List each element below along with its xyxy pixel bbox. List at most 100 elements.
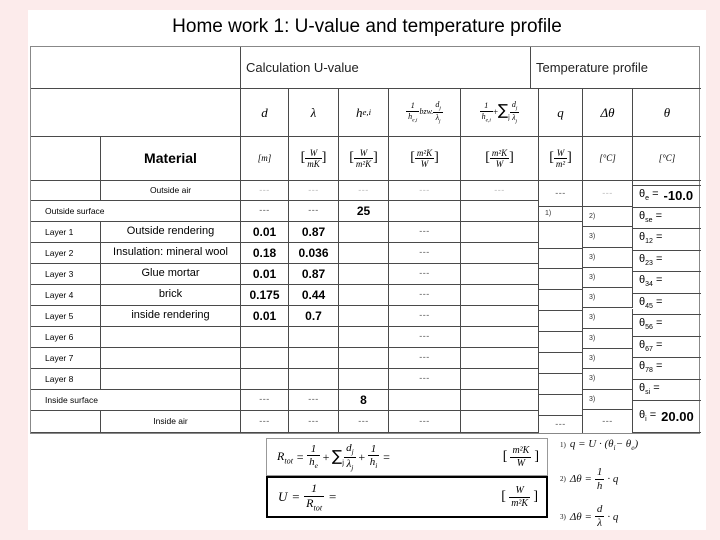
r-layer-bzw: bzw. [419, 107, 434, 117]
cell-r_layer: --- [389, 181, 461, 201]
symbol-r-sum: 1 he,i + ∑j dj λj [461, 89, 539, 137]
cell-r_sum [461, 306, 539, 327]
cell-r_layer: --- [389, 285, 461, 306]
surface-row-label: Inside surface [31, 390, 241, 411]
formula-q-body: q = U · (θi− θe) [569, 438, 639, 453]
q-cell-bottom: --- [539, 416, 583, 433]
cell-material: Outside air [101, 181, 241, 201]
q-empty-cell [539, 290, 583, 311]
group-header-blank [31, 47, 241, 89]
q-empty-cell [539, 269, 583, 290]
cell-material: brick [101, 285, 241, 306]
q-empty-cell [539, 222, 583, 249]
cell-lambda: --- [289, 411, 339, 433]
theta-row-78: θ78 = [633, 358, 701, 380]
cell-r_sum [461, 411, 539, 433]
cell-material: Inside air [101, 411, 241, 433]
symbol-row-blank [31, 89, 241, 137]
u-value-unit: [ Wm²K ] [501, 485, 538, 509]
cell-h [339, 327, 389, 348]
cell-material [101, 327, 241, 348]
dtheta-2-frac: 1h [594, 466, 605, 492]
cell-d: 0.01 [241, 222, 289, 243]
u-value-lhs: U [278, 489, 288, 504]
cell-d: --- [241, 201, 289, 222]
dtheta-marker-cell: 3) [583, 288, 633, 309]
cell-material [101, 369, 241, 390]
cell-h: 25 [339, 201, 389, 222]
sigma-icon: ∑j [498, 101, 510, 122]
dtheta-marker-cell: 3) [583, 308, 633, 329]
q-empty-cell [539, 395, 583, 416]
q-empty-cell [539, 374, 583, 395]
dtheta-3-frac: dλ [594, 503, 605, 530]
theta-row-si: θsi = [633, 380, 701, 401]
cell-lambda: --- [289, 181, 339, 201]
page-title: Home work 1: U-value and temperature pro… [172, 16, 562, 37]
cell-r_sum [461, 348, 539, 369]
cell-r_layer: --- [389, 264, 461, 285]
cell-lambda: 0.036 [289, 243, 339, 264]
symbol-r-layer: 1 he,i bzw. dj λj [389, 89, 461, 137]
q-marker-cell: 1) [539, 207, 583, 222]
r-total-term1: 1 he [307, 442, 320, 471]
dtheta-marker-cell: 3) [583, 227, 633, 248]
cell-lambda [289, 327, 339, 348]
dtheta-marker-cell: 3) [583, 349, 633, 370]
theta-symbol: θ23 = [639, 252, 663, 268]
r-layer-frac-1: 1 he,i [406, 101, 420, 124]
cell-lambda [289, 369, 339, 390]
cell-layer: Layer 2 [31, 243, 101, 264]
symbol-delta-theta: Δθ [583, 89, 633, 137]
right-formula-2: 2) Δθ = 1h · q [560, 466, 619, 492]
theta-symbol: θsi = [639, 381, 660, 397]
cell-d [241, 348, 289, 369]
dtheta-cell-bottom: --- [583, 410, 633, 433]
cell-d: 0.18 [241, 243, 289, 264]
unit-lambda: [ WmK ] [289, 137, 339, 181]
r-total-tail: = [382, 449, 391, 464]
r-total-lhs: Rtot [277, 448, 293, 466]
theta-symbol: θ45 = [639, 295, 663, 311]
cell-r_sum [461, 201, 539, 222]
theta-row-56: θ56 = [633, 315, 701, 337]
group-header-calculation: Calculation U-value [241, 47, 531, 89]
theta-symbol: θ12 = [639, 231, 663, 246]
cell-material: Glue mortar [101, 264, 241, 285]
dtheta-3-lhs: Δθ = [569, 510, 592, 523]
r-total-plus2: + [357, 449, 366, 464]
symbol-h-subscript: e,i [362, 106, 372, 117]
cell-lambda: 0.7 [289, 306, 339, 327]
dtheta-marker-cell: 3) [583, 247, 633, 268]
theta-row-12: θ12 = [633, 229, 701, 251]
symbol-lambda: λ [289, 89, 339, 137]
right-formula-list: 1) q = U · (θi− θe) 2) Δθ = 1h · q 3) Δθ… [560, 438, 720, 533]
cell-layer: Layer 4 [31, 285, 101, 306]
theta-row-23: θ23 = [633, 251, 701, 272]
unit-row-layer-blank [31, 137, 101, 181]
cell-r_layer: --- [389, 348, 461, 369]
r-sum-frac-1: 1 he,i [479, 101, 493, 124]
symbol-q: q [539, 89, 583, 137]
cell-lambda: 0.44 [289, 285, 339, 306]
unit-r-layer: [ m²K W ] [389, 137, 461, 181]
cell-h: --- [339, 181, 389, 201]
unit-r-sum: [ m²K W ] [461, 137, 539, 181]
cell-r_sum [461, 390, 539, 411]
cell-layer: Layer 6 [31, 327, 101, 348]
theta-row-45: θ45 = [633, 294, 701, 315]
cell-h: 8 [339, 390, 389, 411]
theta-symbol: θ56 = [639, 317, 663, 332]
cell-layer: Layer 5 [31, 306, 101, 327]
cell-r_layer [389, 201, 461, 222]
symbol-h: h e,i [339, 89, 389, 137]
theta-symbol: θ67 = [639, 338, 663, 354]
cell-lambda [289, 348, 339, 369]
theta-row-34: θ34 = [633, 272, 701, 294]
r-total-unit: [ m²K W ] [502, 445, 539, 469]
dtheta-marker-cell: 2) [583, 207, 633, 228]
cell-layer: Layer 7 [31, 348, 101, 369]
cell-r_sum [461, 264, 539, 285]
dtheta-marker-cell: 3) [583, 389, 633, 410]
q-empty-cell [539, 353, 583, 374]
